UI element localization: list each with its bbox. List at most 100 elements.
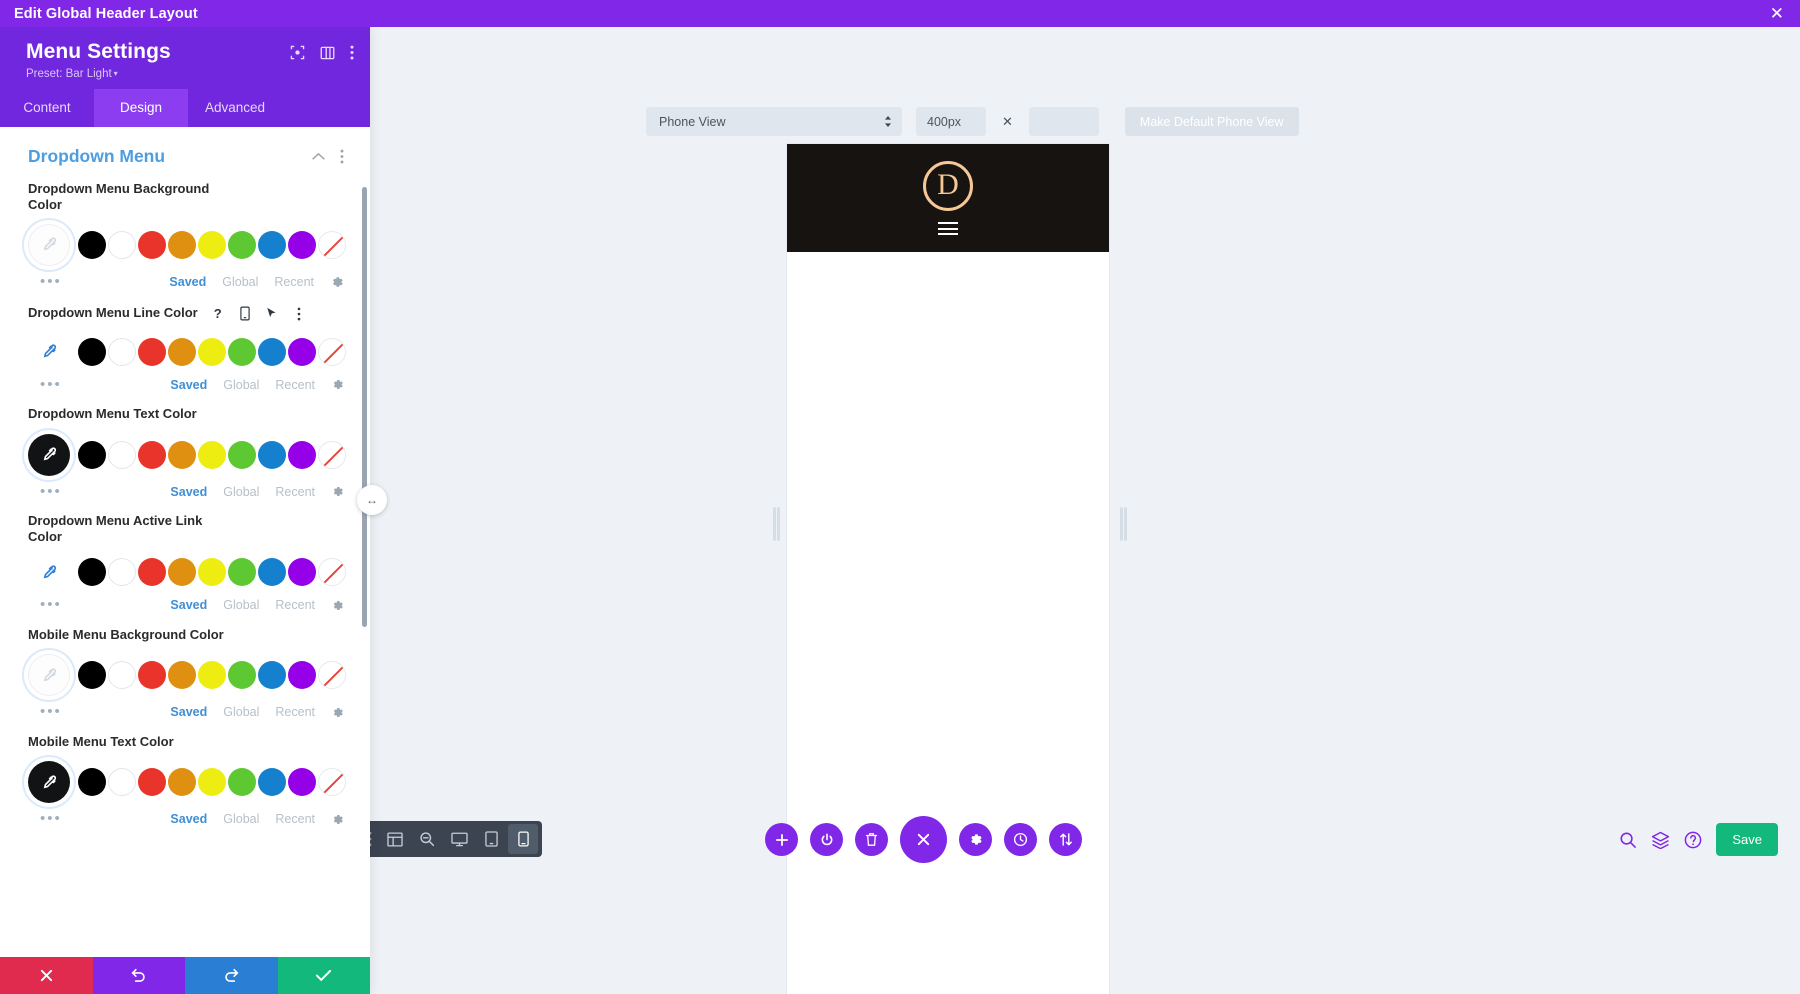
color-picker-button[interactable]: [28, 654, 70, 696]
swatch-white[interactable]: [108, 338, 136, 366]
settings-gear-button[interactable]: [959, 823, 992, 856]
gear-icon[interactable]: [331, 378, 344, 391]
global-colors-link[interactable]: Global: [223, 705, 259, 719]
swatch-purple[interactable]: [288, 441, 316, 469]
swatch-yellow[interactable]: [198, 661, 226, 689]
swatch-white[interactable]: [108, 441, 136, 469]
color-picker-button[interactable]: [32, 555, 66, 589]
gear-icon[interactable]: [331, 599, 344, 612]
swatch-orange[interactable]: [168, 768, 196, 796]
swatch-purple[interactable]: [288, 661, 316, 689]
swatch-yellow[interactable]: [198, 441, 226, 469]
swatch-blue[interactable]: [258, 661, 286, 689]
resize-grip-left[interactable]: [773, 507, 776, 541]
redo-button[interactable]: [185, 957, 278, 994]
swatch-yellow[interactable]: [198, 338, 226, 366]
close-icon[interactable]: ✕: [1768, 5, 1786, 22]
panel-scrollbar[interactable]: [362, 187, 367, 627]
zoom-out-view-button[interactable]: [412, 824, 442, 854]
recent-colors-link[interactable]: Recent: [275, 485, 315, 499]
color-picker-button[interactable]: [28, 434, 70, 476]
swatch-transparent[interactable]: [318, 558, 346, 586]
swatch-purple[interactable]: [288, 338, 316, 366]
chevron-up-icon[interactable]: [311, 148, 326, 166]
swatch-red[interactable]: [138, 768, 166, 796]
gear-icon[interactable]: [331, 485, 344, 498]
swatch-black[interactable]: [78, 661, 106, 689]
swatch-orange[interactable]: [168, 231, 196, 259]
tab-content[interactable]: Content: [0, 89, 94, 127]
swatch-red[interactable]: [138, 558, 166, 586]
swatch-black[interactable]: [78, 441, 106, 469]
swatch-purple[interactable]: [288, 768, 316, 796]
saved-colors-link[interactable]: Saved: [169, 275, 206, 289]
color-picker-button[interactable]: [28, 761, 70, 803]
save-settings-button[interactable]: [278, 957, 371, 994]
swatch-transparent[interactable]: [318, 338, 346, 366]
hover-cursor-icon[interactable]: [261, 303, 283, 325]
global-colors-link[interactable]: Global: [222, 275, 258, 289]
gear-icon[interactable]: [331, 706, 344, 719]
hamburger-icon[interactable]: [938, 222, 958, 235]
swatch-green[interactable]: [228, 441, 256, 469]
swatch-orange[interactable]: [168, 338, 196, 366]
global-colors-link[interactable]: Global: [223, 485, 259, 499]
history-clock-button[interactable]: [1004, 823, 1037, 856]
layers-icon[interactable]: [1651, 831, 1670, 849]
swatch-white[interactable]: [108, 661, 136, 689]
swatch-black[interactable]: [78, 768, 106, 796]
field-options-ellipsis[interactable]: •••: [28, 380, 62, 390]
swatch-yellow[interactable]: [198, 768, 226, 796]
field-options-ellipsis[interactable]: •••: [28, 707, 62, 717]
swatch-black[interactable]: [78, 338, 106, 366]
swatch-red[interactable]: [138, 661, 166, 689]
cancel-button[interactable]: [0, 957, 93, 994]
section-more-icon[interactable]: [340, 149, 344, 164]
saved-colors-link[interactable]: Saved: [170, 705, 207, 719]
tablet-view-button[interactable]: [476, 824, 506, 854]
portability-button[interactable]: [1049, 823, 1082, 856]
global-colors-link[interactable]: Global: [223, 598, 259, 612]
swatch-red[interactable]: [138, 338, 166, 366]
swatch-red[interactable]: [138, 441, 166, 469]
recent-colors-link[interactable]: Recent: [275, 598, 315, 612]
search-icon[interactable]: [1619, 831, 1637, 849]
swatch-orange[interactable]: [168, 441, 196, 469]
gear-icon[interactable]: [330, 275, 344, 289]
swatch-transparent[interactable]: [318, 441, 346, 469]
swatch-blue[interactable]: [258, 231, 286, 259]
panel-layout-icon[interactable]: [320, 46, 335, 60]
recent-colors-link[interactable]: Recent: [274, 275, 314, 289]
tab-advanced[interactable]: Advanced: [188, 89, 282, 127]
panel-resize-handle[interactable]: ↔: [357, 485, 387, 515]
make-default-phone-view-button[interactable]: Make Default Phone View: [1125, 107, 1299, 136]
add-section-button[interactable]: [765, 823, 798, 856]
saved-colors-link[interactable]: Saved: [170, 378, 207, 392]
swatch-transparent[interactable]: [318, 768, 346, 796]
field-options-ellipsis[interactable]: •••: [28, 814, 62, 824]
viewport-width-input[interactable]: 400px: [916, 107, 986, 136]
viewport-height-input[interactable]: [1029, 107, 1099, 136]
wireframe-view-button[interactable]: [380, 824, 410, 854]
saved-colors-link[interactable]: Saved: [170, 812, 207, 826]
swatch-white[interactable]: [108, 768, 136, 796]
save-button[interactable]: Save: [1716, 823, 1778, 856]
recent-colors-link[interactable]: Recent: [275, 812, 315, 826]
field-options-ellipsis[interactable]: •••: [28, 487, 62, 497]
saved-colors-link[interactable]: Saved: [170, 598, 207, 612]
phone-view-button[interactable]: [508, 824, 538, 854]
swatch-orange[interactable]: [168, 558, 196, 586]
undo-button[interactable]: [93, 957, 186, 994]
swatch-green[interactable]: [228, 558, 256, 586]
field-options-ellipsis[interactable]: •••: [28, 277, 62, 287]
panel-more-icon[interactable]: [350, 45, 354, 60]
swatch-white[interactable]: [108, 558, 136, 586]
toggle-builder-power-button[interactable]: [810, 823, 843, 856]
recent-colors-link[interactable]: Recent: [275, 705, 315, 719]
responsive-phone-icon[interactable]: [234, 303, 256, 325]
tab-design[interactable]: Design: [94, 89, 188, 127]
close-menu-button[interactable]: [900, 816, 947, 863]
global-colors-link[interactable]: Global: [223, 812, 259, 826]
section-dropdown-menu-header[interactable]: Dropdown Menu: [0, 127, 370, 181]
site-header-module[interactable]: D: [787, 144, 1109, 252]
